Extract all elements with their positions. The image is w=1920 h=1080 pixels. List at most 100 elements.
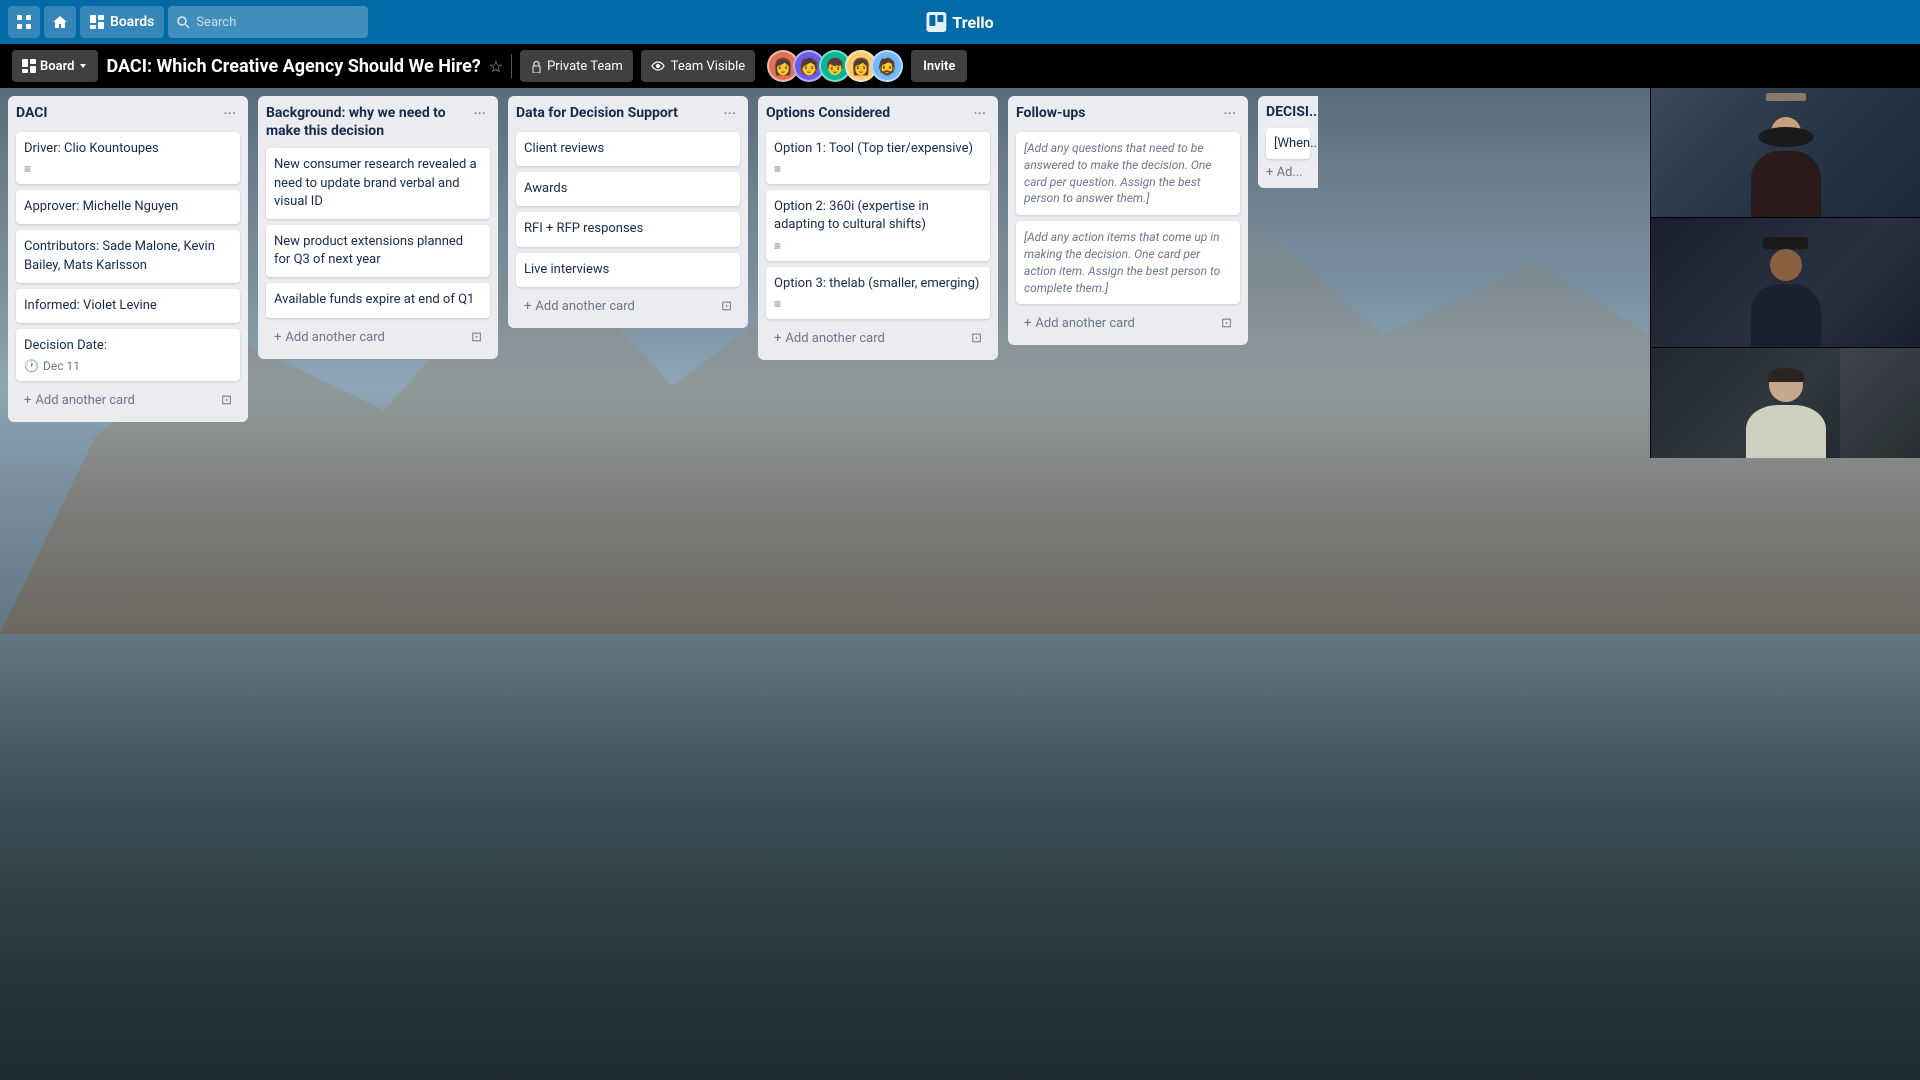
private-team-button[interactable]: Private Team [520, 50, 633, 82]
list-menu-options[interactable]: ··· [969, 104, 990, 124]
plus-icon: + [274, 330, 281, 345]
card-awards[interactable]: Awards [516, 172, 740, 206]
add-card-decision[interactable]: + Ad... [1266, 165, 1310, 180]
invite-button[interactable]: Invite [911, 50, 967, 82]
card-desc-icon: ≡ [774, 297, 982, 311]
card-funds[interactable]: Available funds expire at end of Q1 [266, 283, 490, 317]
add-card-background[interactable]: + Add another card ⊡ [266, 324, 490, 351]
card-text: Decision Date: [24, 337, 232, 355]
card-consumer-research[interactable]: New consumer research revealed a need to… [266, 148, 490, 219]
list-header-daci: DACI ··· [16, 104, 240, 124]
clock-icon: 🕐 [24, 359, 39, 373]
list-daci: DACI ··· Driver: Clio Kountoupes ≡ Appro… [8, 96, 248, 422]
boards-button[interactable]: Boards [80, 6, 164, 38]
card-live-interviews[interactable]: Live interviews [516, 253, 740, 287]
list-title-decision: DECISI... [1266, 104, 1318, 120]
template-icon[interactable]: ⊡ [221, 393, 232, 408]
card-decision-date[interactable]: Decision Date: 🕐 Dec 11 [16, 329, 240, 381]
list-menu-data[interactable]: ··· [719, 104, 740, 124]
plus-icon: + [524, 299, 531, 314]
add-card-data[interactable]: + Add another card ⊡ [516, 293, 740, 320]
list-title-data: Data for Decision Support [516, 104, 719, 122]
date-value: Dec 11 [43, 359, 80, 373]
template-icon[interactable]: ⊡ [721, 299, 732, 314]
search-placeholder: Search [196, 15, 236, 30]
card-option1[interactable]: Option 1: Tool (Top tier/expensive) ≡ [766, 132, 990, 184]
card-product-extensions[interactable]: New product extensions planned for Q3 of… [266, 225, 490, 277]
add-card-label: Add another card [535, 299, 634, 314]
list-header-options: Options Considered ··· [766, 104, 990, 124]
card-option3[interactable]: Option 3: thelab (smaller, emerging) ≡ [766, 267, 990, 319]
add-card-label: Add another card [35, 393, 134, 408]
apps-button[interactable] [8, 6, 40, 38]
add-card-options[interactable]: + Add another card ⊡ [766, 325, 990, 352]
board-header: Board DACI: Which Creative Agency Should… [0, 44, 1920, 88]
card-driver[interactable]: Driver: Clio Kountoupes ≡ [16, 132, 240, 184]
template-icon[interactable]: ⊡ [1221, 316, 1232, 331]
template-icon[interactable]: ⊡ [471, 330, 482, 345]
video-panel [1650, 88, 1920, 458]
add-card-followups[interactable]: + Add another card ⊡ [1016, 310, 1240, 337]
card-text: Option 2: 360i (expertise in adapting to… [774, 198, 982, 234]
list-title-options: Options Considered [766, 104, 969, 122]
card-text: [When... [1274, 136, 1318, 151]
member-avatars: 👩 🧑 👦 👩 🧔 [767, 50, 903, 82]
add-card-label: Add another card [785, 331, 884, 346]
list-header-background: Background: why we need to make this dec… [266, 104, 490, 140]
card-followup-questions[interactable]: [Add any questions that need to be answe… [1016, 132, 1240, 215]
list-menu-followups[interactable]: ··· [1219, 104, 1240, 124]
list-menu-background[interactable]: ··· [469, 104, 490, 124]
list-data: Data for Decision Support ··· Client rev… [508, 96, 748, 328]
list-title-daci: DACI [16, 104, 219, 122]
card-text: [Add any questions that need to be answe… [1024, 140, 1232, 207]
list-decision-partial: DECISI... ··· [When... + Ad... [1258, 96, 1318, 188]
card-desc-icon: ≡ [774, 239, 982, 253]
board-btn-label: Board [40, 59, 74, 74]
card-contributors[interactable]: Contributors: Sade Malone, Kevin Bailey,… [16, 230, 240, 282]
list-options: Options Considered ··· Option 1: Tool (T… [758, 96, 998, 360]
card-client-reviews[interactable]: Client reviews [516, 132, 740, 166]
card-text: Available funds expire at end of Q1 [274, 291, 482, 309]
list-header-followups: Follow-ups ··· [1016, 104, 1240, 124]
card-decision[interactable]: [When... [1266, 128, 1310, 159]
video-feed-2 [1651, 218, 1920, 348]
card-text: Awards [524, 180, 732, 198]
card-followup-actions[interactable]: [Add any action items that come up in ma… [1016, 221, 1240, 304]
divider [511, 54, 512, 78]
plus-icon: + [24, 393, 31, 408]
home-button[interactable] [44, 6, 76, 38]
card-text: New product extensions planned for Q3 of… [274, 233, 482, 269]
plus-icon: + [1024, 316, 1031, 331]
search-bar[interactable]: Search [168, 6, 368, 38]
add-card-daci[interactable]: + Add another card ⊡ [16, 387, 240, 414]
team-visible-label: Team Visible [671, 59, 745, 74]
video-feed-1 [1651, 88, 1920, 218]
card-text: Contributors: Sade Malone, Kevin Bailey,… [24, 238, 232, 274]
card-text: New consumer research revealed a need to… [274, 156, 482, 211]
card-informed[interactable]: Informed: Violet Levine [16, 289, 240, 323]
boards-label: Boards [110, 14, 154, 30]
card-rfi-rfp[interactable]: RFI + RFP responses [516, 212, 740, 246]
card-text: [Add any action items that come up in ma… [1024, 229, 1232, 296]
card-text: Informed: Violet Levine [24, 297, 232, 315]
card-option2[interactable]: Option 2: 360i (expertise in adapting to… [766, 190, 990, 260]
template-icon[interactable]: ⊡ [971, 331, 982, 346]
list-menu-daci[interactable]: ··· [219, 104, 240, 124]
board-view-button[interactable]: Board [12, 50, 98, 82]
list-followups: Follow-ups ··· [Add any questions that n… [1008, 96, 1248, 345]
card-desc-icon: ≡ [774, 162, 982, 176]
card-approver[interactable]: Approver: Michelle Nguyen [16, 190, 240, 224]
add-card-label: Add another card [285, 330, 384, 345]
list-title-background: Background: why we need to make this dec… [266, 104, 469, 140]
add-card-label: Add another card [1035, 316, 1134, 331]
top-nav: Boards Search Trello [0, 0, 1920, 44]
avatar-5[interactable]: 🧔 [871, 50, 903, 82]
card-text: Live interviews [524, 261, 732, 279]
team-visible-button[interactable]: Team Visible [641, 50, 755, 82]
private-team-label: Private Team [547, 59, 623, 74]
star-button[interactable]: ☆ [489, 57, 503, 76]
card-date: 🕐 Dec 11 [24, 359, 232, 373]
lists-container: DACI ··· Driver: Clio Kountoupes ≡ Appro… [8, 96, 1640, 422]
card-desc-icon: ≡ [24, 162, 232, 176]
trello-logo: Trello [926, 12, 993, 32]
